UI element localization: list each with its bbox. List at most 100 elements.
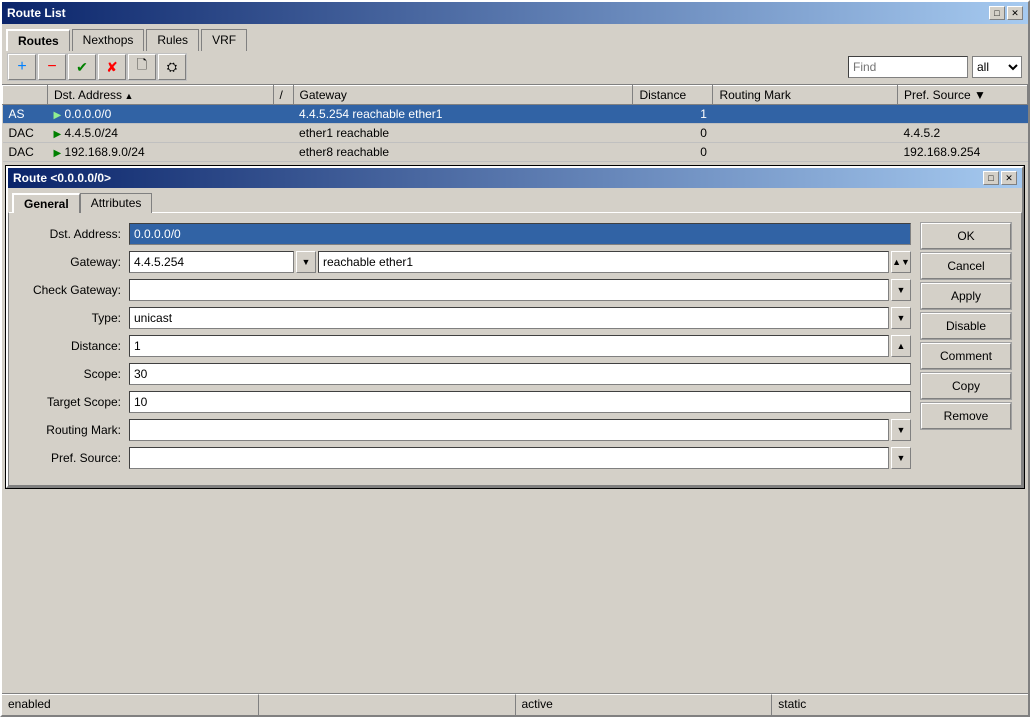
routing-mark-label: Routing Mark: xyxy=(19,423,129,437)
distance-spin-button[interactable]: ▲ xyxy=(891,335,911,357)
main-title-bar: Route List □ ✕ xyxy=(2,2,1028,24)
gateway-ip-dropdown-button[interactable]: ▼ xyxy=(296,251,316,273)
col-gateway[interactable]: Gateway xyxy=(293,86,633,105)
row-slash xyxy=(273,105,293,124)
routing-mark-dropdown-button[interactable]: ▼ xyxy=(891,419,911,441)
row-dst: ▶ 192.168.9.0/24 xyxy=(48,143,274,162)
form-area: Dst. Address: Gateway: ▼ ▲▼ Check Gatewa… xyxy=(8,212,1022,486)
row-pref-source: 192.168.9.254 xyxy=(898,143,1028,162)
main-tabs-bar: Routes Nexthops Rules VRF xyxy=(2,24,1028,50)
add-button[interactable]: + xyxy=(8,54,36,80)
target-scope-label: Target Scope: xyxy=(19,395,129,409)
distance-row: Distance: ▲ xyxy=(19,335,911,357)
filter-select[interactable]: all xyxy=(972,56,1022,78)
row-slash xyxy=(273,124,293,143)
form-fields: Dst. Address: Gateway: ▼ ▲▼ Check Gatewa… xyxy=(19,223,911,475)
scope-label: Scope: xyxy=(19,367,129,381)
sub-title-bar-controls: □ ✕ xyxy=(983,171,1017,185)
disable-button[interactable]: Disable xyxy=(921,313,1011,339)
type-group: ▼ xyxy=(129,307,911,329)
restore-button[interactable]: □ xyxy=(989,6,1005,20)
tab-nexthops[interactable]: Nexthops xyxy=(72,29,145,51)
comment-button[interactable]: Comment xyxy=(921,343,1011,369)
remove-button[interactable]: Remove xyxy=(921,403,1011,429)
row-routing-mark xyxy=(713,124,898,143)
row-routing-mark xyxy=(713,105,898,124)
table-row[interactable]: AS ▶ 0.0.0.0/0 4.4.5.254 reachable ether… xyxy=(3,105,1028,124)
scope-input[interactable] xyxy=(129,363,911,385)
main-window: Route List □ ✕ Routes Nexthops Rules VRF… xyxy=(0,0,1030,717)
route-table: Dst. Address / Gateway Distance Routing … xyxy=(2,85,1028,162)
row-distance: 0 xyxy=(633,143,713,162)
table-row[interactable]: DAC ▶ 4.4.5.0/24 ether1 reachable 0 4.4.… xyxy=(3,124,1028,143)
target-scope-input[interactable] xyxy=(129,391,911,413)
row-gateway: 4.4.5.254 reachable ether1 xyxy=(293,105,633,124)
main-toolbar: + − ✔ ✘ 🗋 ⛭ all xyxy=(2,50,1028,85)
copy-button[interactable]: Copy xyxy=(921,373,1011,399)
col-dst-address[interactable]: Dst. Address xyxy=(48,86,274,105)
sub-close-button[interactable]: ✕ xyxy=(1001,171,1017,185)
remove-button[interactable]: − xyxy=(38,54,66,80)
row-dst: ▶ 0.0.0.0/0 xyxy=(48,105,274,124)
check-gateway-row: Check Gateway: ▼ xyxy=(19,279,911,301)
check-gateway-dropdown-button[interactable]: ▼ xyxy=(891,279,911,301)
close-button[interactable]: ✕ xyxy=(1007,6,1023,20)
row-type: AS xyxy=(3,105,48,124)
scope-row: Scope: xyxy=(19,363,911,385)
dst-address-row: Dst. Address: xyxy=(19,223,911,245)
distance-group: ▲ xyxy=(129,335,911,357)
col-pref-source[interactable]: Pref. Source ▼ xyxy=(898,86,1028,105)
check-button[interactable]: ✔ xyxy=(68,54,96,80)
col-type[interactable] xyxy=(3,86,48,105)
target-scope-row: Target Scope: xyxy=(19,391,911,413)
type-dropdown-button[interactable]: ▼ xyxy=(891,307,911,329)
tab-rules[interactable]: Rules xyxy=(146,29,199,51)
row-pref-source: 4.4.5.2 xyxy=(898,124,1028,143)
cancel-button[interactable]: Cancel xyxy=(921,253,1011,279)
type-input[interactable] xyxy=(129,307,889,329)
row-gateway: ether1 reachable xyxy=(293,124,633,143)
status-active: active xyxy=(516,694,773,715)
apply-button[interactable]: Apply xyxy=(921,283,1011,309)
col-routing-mark[interactable]: Routing Mark xyxy=(713,86,898,105)
sub-window-title: Route <0.0.0.0/0> xyxy=(13,171,111,185)
row-routing-mark xyxy=(713,143,898,162)
sub-restore-button[interactable]: □ xyxy=(983,171,999,185)
col-slash[interactable]: / xyxy=(273,86,293,105)
gateway-ip-input[interactable] xyxy=(129,251,294,273)
sub-title-bar: Route <0.0.0.0/0> □ ✕ xyxy=(8,168,1022,188)
col-distance[interactable]: Distance xyxy=(633,86,713,105)
type-row: Type: ▼ xyxy=(19,307,911,329)
find-input[interactable] xyxy=(848,56,968,78)
routing-mark-input[interactable] xyxy=(129,419,889,441)
pref-source-input[interactable] xyxy=(129,447,889,469)
gateway-row: Gateway: ▼ ▲▼ xyxy=(19,251,911,273)
tab-general[interactable]: General xyxy=(12,193,80,213)
tab-vrf[interactable]: VRF xyxy=(201,29,247,51)
table-row[interactable]: DAC ▶ 192.168.9.0/24 ether8 reachable 0 … xyxy=(3,143,1028,162)
dst-address-input[interactable] xyxy=(129,223,911,245)
gateway-state-dropdown-button[interactable]: ▲▼ xyxy=(891,251,911,273)
cross-button[interactable]: ✘ xyxy=(98,54,126,80)
copy-button[interactable]: 🗋 xyxy=(128,54,156,80)
row-type: DAC xyxy=(3,124,48,143)
row-slash xyxy=(273,143,293,162)
tab-attributes[interactable]: Attributes xyxy=(80,193,153,213)
check-gateway-input[interactable] xyxy=(129,279,889,301)
gateway-state-input[interactable] xyxy=(318,251,889,273)
row-pref-source xyxy=(898,105,1028,124)
pref-source-group: ▼ xyxy=(129,447,911,469)
status-bar: enabled active static xyxy=(2,693,1028,715)
find-area: all xyxy=(848,56,1022,78)
main-window-title: Route List xyxy=(7,6,66,20)
ok-button[interactable]: OK xyxy=(921,223,1011,249)
filter-button[interactable]: ⛭ xyxy=(158,54,186,80)
pref-source-dropdown-button[interactable]: ▼ xyxy=(891,447,911,469)
routing-mark-row: Routing Mark: ▼ xyxy=(19,419,911,441)
row-gateway: ether8 reachable xyxy=(293,143,633,162)
dst-address-label: Dst. Address: xyxy=(19,227,129,241)
pref-source-row: Pref. Source: ▼ xyxy=(19,447,911,469)
distance-input[interactable] xyxy=(129,335,889,357)
tab-routes[interactable]: Routes xyxy=(6,29,70,51)
row-type: DAC xyxy=(3,143,48,162)
